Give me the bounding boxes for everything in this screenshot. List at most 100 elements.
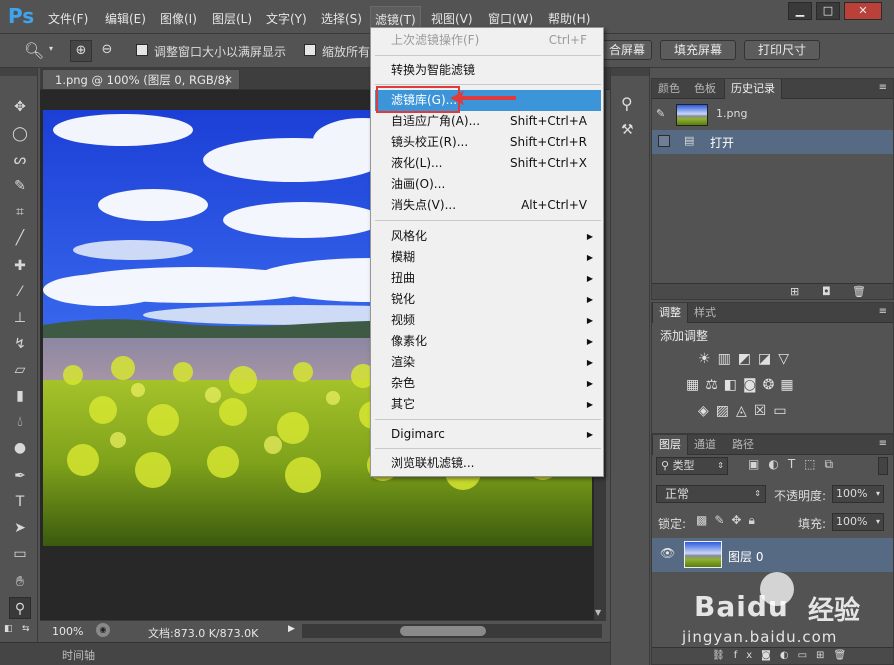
print-size-button[interactable]: 打印尺寸 (744, 40, 820, 60)
stamp-tool-icon[interactable]: ⊥ (9, 307, 31, 329)
menu-sharpen[interactable]: 锐化 ▶ (375, 289, 601, 310)
vibrance-icon[interactable]: ▽ (778, 351, 796, 367)
lock-transparent-icon[interactable]: ▩ (696, 513, 714, 527)
zoom-out-icon[interactable]: ⊖ (96, 40, 118, 62)
step-toggle-box[interactable] (658, 135, 670, 147)
status-info-icon[interactable]: ◉ (96, 623, 110, 637)
photo-filter-icon[interactable]: ◙ (743, 377, 763, 393)
minimize-button[interactable]: ▁ (788, 2, 812, 20)
new-snapshot-icon[interactable]: ◘ (822, 285, 831, 298)
lock-all-icon[interactable]: 🔒︎ (748, 513, 761, 527)
levels-icon[interactable]: ▥ (718, 351, 738, 367)
path-select-tool-icon[interactable]: ➤ (9, 517, 31, 539)
menu-convert-smart-filter[interactable]: 转换为智能滤镜 (375, 60, 601, 81)
timeline-label[interactable]: 时间轴 (62, 647, 95, 663)
exposure-icon[interactable]: ◪ (758, 351, 778, 367)
menu-edit[interactable]: 编辑(E) (105, 10, 146, 27)
lock-image-icon[interactable]: ✎ (714, 513, 731, 527)
layer-name[interactable]: 图层 0 (728, 548, 763, 565)
document-tab[interactable]: 1.png @ 100% (图层 0, RGB/8) × (42, 69, 240, 89)
zoom-tool-icon[interactable]: 🔍︎ (24, 41, 44, 60)
gradient-tool-icon[interactable]: ▮ (9, 385, 31, 407)
tools-panel-header[interactable] (0, 68, 37, 76)
tab-color[interactable]: 颜色 (652, 79, 686, 99)
menu-vanishing-point[interactable]: 消失点(V)... Alt+Ctrl+V (375, 195, 601, 216)
menu-window[interactable]: 窗口(W) (488, 10, 533, 27)
tab-adjustments[interactable]: 调整 (652, 303, 688, 323)
menu-browse-filters-online[interactable]: 浏览联机滤镜... (375, 453, 601, 474)
horizontal-scroll-thumb[interactable] (400, 626, 486, 636)
menu-blur[interactable]: 模糊 ▶ (375, 247, 601, 268)
color-lookup-icon[interactable]: ▦ (780, 377, 799, 393)
eyedropper-tool-icon[interactable]: ╱ (9, 227, 31, 249)
menu-liquify[interactable]: 液化(L)... Shift+Ctrl+X (375, 153, 601, 174)
menu-image[interactable]: 图像(I) (160, 10, 197, 27)
tab-channels[interactable]: 通道 (688, 435, 722, 455)
move-tool-icon[interactable]: ✥ (9, 96, 31, 118)
menu-select[interactable]: 选择(S) (321, 10, 362, 27)
hue-saturation-icon[interactable]: ▦ (686, 377, 705, 393)
menu-distort[interactable]: 扭曲 ▶ (375, 268, 601, 289)
layer-visibility-icon[interactable]: 👁︎ (660, 546, 675, 560)
channel-mixer-icon[interactable]: ❂ (763, 377, 781, 393)
hand-tool-icon[interactable]: ✋︎ (9, 571, 31, 593)
filter-type-icon[interactable]: T (788, 457, 804, 471)
close-tab-icon[interactable]: × (224, 70, 233, 90)
menu-file[interactable]: 文件(F) (48, 10, 88, 27)
posterize-icon[interactable]: ▨ (716, 403, 736, 419)
zoom-tool-icon-active[interactable]: ⚲ (9, 597, 31, 619)
swap-colors-icon[interactable]: ⇆ (22, 624, 36, 634)
crop-tool-icon[interactable]: ⌗ (9, 201, 31, 223)
delete-state-icon[interactable]: 🗑︎ (852, 285, 866, 298)
fill-dropdown-icon[interactable]: ▾ (876, 514, 880, 530)
new-document-from-state-icon[interactable]: ⊞ (790, 285, 799, 298)
healing-brush-tool-icon[interactable]: ✚ (9, 255, 31, 277)
zoom-all-checkbox[interactable] (304, 44, 316, 56)
shape-tool-icon[interactable]: ▭ (9, 543, 31, 565)
history-brush-tool-icon[interactable]: ↯ (9, 333, 31, 355)
pen-tool-icon[interactable]: ✒ (9, 465, 31, 487)
tab-paths[interactable]: 路径 (726, 435, 760, 455)
snapshot-brush-icon[interactable]: ✎ (656, 107, 665, 120)
zoom-in-icon[interactable]: ⊕ (70, 40, 92, 62)
menu-layer[interactable]: 图层(L) (212, 10, 252, 27)
tab-swatches[interactable]: 色板 (688, 79, 722, 99)
menu-other[interactable]: 其它 ▶ (375, 394, 601, 415)
threshold-icon[interactable]: ◬ (736, 403, 754, 419)
black-white-icon[interactable]: ◧ (724, 377, 743, 393)
gradient-map-icon[interactable]: ▭ (773, 403, 793, 419)
layer-row[interactable]: 👁︎ 图层 0 (652, 538, 893, 572)
lock-position-icon[interactable]: ✥ (731, 513, 748, 527)
tab-history[interactable]: 历史记录 (724, 79, 782, 99)
type-tool-icon[interactable]: T (9, 491, 31, 513)
tab-layers[interactable]: 图层 (652, 435, 688, 455)
brush-tool-icon[interactable]: ⁄ (9, 281, 31, 303)
selective-color-icon[interactable]: ☒ (754, 403, 774, 419)
filter-adjustment-icon[interactable]: ◐ (768, 457, 787, 471)
menu-type[interactable]: 文字(Y) (266, 10, 307, 27)
filter-pixel-icon[interactable]: ▣ (748, 457, 768, 471)
filter-smart-icon[interactable]: ⧉ (825, 457, 843, 471)
menu-digimarc[interactable]: Digimarc ▶ (375, 424, 601, 445)
adjust-panel-menu-icon[interactable]: ≡ (879, 306, 887, 317)
fill-input[interactable]: 100% ▾ (832, 513, 884, 531)
close-button[interactable]: ✕ (844, 2, 882, 20)
menu-noise[interactable]: 杂色 ▶ (375, 373, 601, 394)
menu-pixelate[interactable]: 像素化 ▶ (375, 331, 601, 352)
dodge-tool-icon[interactable]: ● (9, 437, 31, 459)
fit-screen-button[interactable]: 合屏幕 (596, 40, 652, 60)
tool-preset-icon[interactable]: ⚒ (621, 122, 634, 138)
menu-view[interactable]: 视图(V) (431, 10, 473, 27)
filter-toggle[interactable] (878, 457, 888, 475)
history-step-open[interactable]: ▤ 打开 (652, 130, 893, 154)
fill-screen-button[interactable]: 填充屏幕 (660, 40, 736, 60)
blur-tool-icon[interactable]: 💧︎ (9, 411, 31, 433)
opacity-input[interactable]: 100% ▾ (832, 485, 884, 503)
menu-help[interactable]: 帮助(H) (548, 10, 590, 27)
panel-menu-icon[interactable]: ≡ (879, 82, 887, 93)
menu-video[interactable]: 视频 ▶ (375, 310, 601, 331)
brightness-icon[interactable]: ☀ (698, 351, 718, 367)
invert-icon[interactable]: ◈ (698, 403, 716, 419)
lasso-tool-icon[interactable]: ᔕ (9, 149, 31, 171)
maximize-button[interactable]: □ (816, 2, 840, 20)
